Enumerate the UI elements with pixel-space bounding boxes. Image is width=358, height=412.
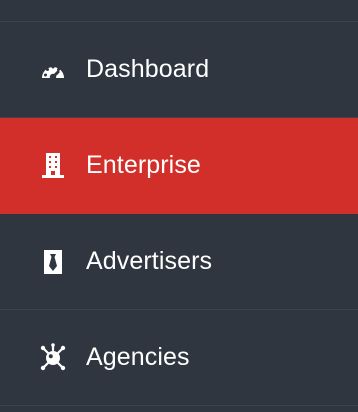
sidebar-item-agencies[interactable]: Agencies: [0, 310, 358, 406]
sidebar-item-advertisers[interactable]: Advertisers: [0, 214, 358, 310]
sidebar-nav: Dashboard Enterprise Advertisers Agencie…: [0, 0, 358, 412]
sidebar-item-dashboard[interactable]: Dashboard: [0, 22, 358, 118]
sidebar-item-label: Enterprise: [86, 151, 201, 179]
sidebar-item-label: Dashboard: [86, 55, 210, 83]
sidebar-top-edge: [0, 0, 358, 22]
sidebar-item-label: Advertisers: [86, 247, 213, 275]
sidebar-item-enterprise[interactable]: Enterprise: [0, 118, 358, 214]
tie-icon: [38, 247, 68, 277]
building-icon: [38, 151, 68, 181]
sidebar-item-label: Agencies: [86, 343, 190, 371]
network-hub-icon: [38, 342, 68, 373]
dashboard-gauge-icon: [38, 55, 68, 85]
